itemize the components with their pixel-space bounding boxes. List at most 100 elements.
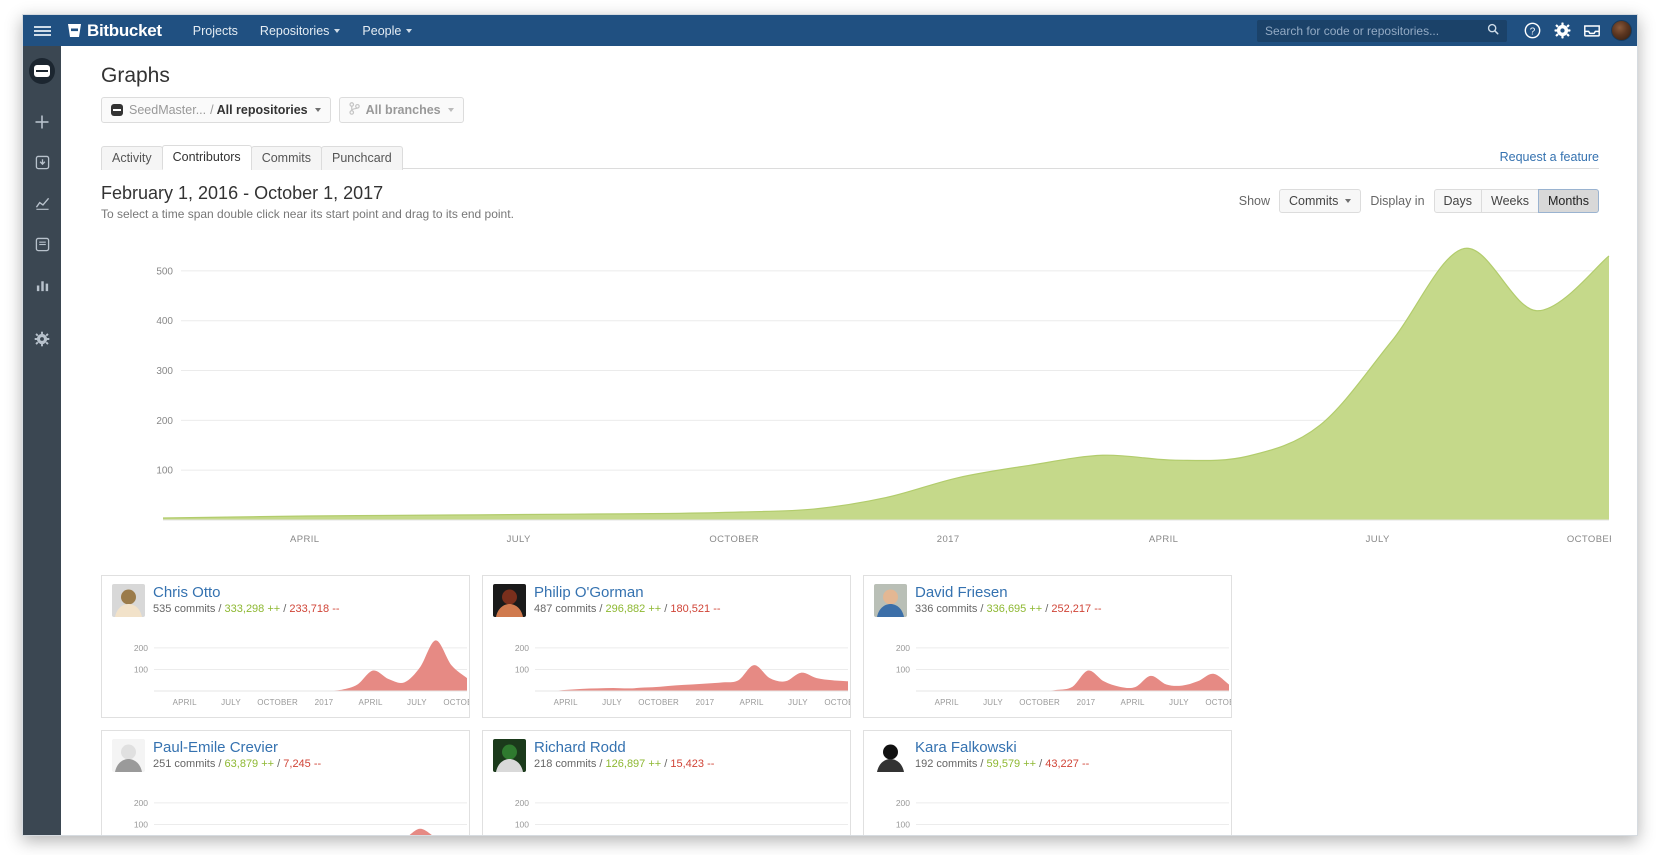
request-a-feature-link[interactable]: Request a feature	[1500, 150, 1599, 164]
contributor-lines-added: 63,879 ++	[224, 758, 275, 770]
chevron-down-icon	[447, 108, 454, 112]
show-metric-value: Commits	[1289, 194, 1339, 208]
svg-text:100: 100	[134, 819, 148, 829]
contributor-avatar[interactable]	[874, 739, 907, 772]
svg-text:APRIL: APRIL	[554, 698, 578, 707]
tab-punchcard[interactable]: Punchcard	[321, 146, 403, 170]
svg-text:APRIL: APRIL	[1121, 698, 1145, 707]
mini-chart-svg: 100200APRILJULYOCTOBER2017APRILJULYOCTOB…	[515, 798, 848, 829]
search-icon[interactable]	[1487, 23, 1499, 38]
svg-text:OCTOBE: OCTOBE	[824, 698, 851, 707]
repository-selector[interactable]: SeedMaster... / All repositories	[101, 97, 331, 123]
contributor-card: Philip O'Gorman 487 commits / 296,882 ++ …	[482, 575, 851, 718]
selector-row: SeedMaster... / All repositories All bra…	[61, 88, 1637, 123]
repositories-icon[interactable]	[23, 147, 61, 178]
contributor-name[interactable]: Philip O'Gorman	[534, 584, 721, 601]
browser-window: Bitbucket Projects Repositories People S…	[22, 14, 1638, 836]
svg-text:JULY: JULY	[983, 698, 1003, 707]
bitbucket-logo[interactable]: Bitbucket	[67, 21, 162, 41]
contributor-avatar[interactable]	[112, 739, 145, 772]
contributor-mini-chart: 100200APRILJULYOCTOBER2017APRILJULYOCTOB…	[864, 629, 1231, 717]
svg-text:OCTOBER: OCTOBER	[709, 534, 759, 545]
nav-item-repositories[interactable]: Repositories	[249, 15, 351, 46]
rail-settings-icon[interactable]	[23, 323, 61, 354]
chart-controls: Show Commits Display in Days Weeks Month…	[1239, 183, 1599, 213]
graphs-icon[interactable]	[23, 270, 61, 301]
contributor-lines-removed: 233,718 --	[289, 603, 340, 615]
main-contributions-chart[interactable]: 100 200 300 400 500 APRIL JULY OCTOBER 2017 APRIL…	[101, 235, 1611, 565]
contributor-name[interactable]: Kara Falkowski	[915, 739, 1089, 756]
settings-gear-icon[interactable]	[1547, 15, 1577, 46]
nav-item-people[interactable]: People	[351, 15, 423, 46]
activity-icon[interactable]	[23, 188, 61, 219]
contributor-lines-removed: 252,217 --	[1051, 603, 1102, 615]
show-metric-dropdown[interactable]: Commits	[1279, 189, 1362, 213]
tab-contributors[interactable]: Contributors	[161, 145, 252, 170]
svg-text:2017: 2017	[315, 698, 334, 707]
graph-tabs: Activity Contributors Commits Punchcard	[101, 145, 1599, 170]
contributor-stats: 192 commits / 59,579 ++ / 43,227 --	[915, 758, 1090, 770]
contributor-name[interactable]: Paul-Emile Crevier	[153, 739, 321, 756]
contributor-card: Chris Otto 535 commits / 333,298 ++ / 233…	[101, 575, 470, 718]
contributor-avatar[interactable]	[493, 739, 526, 772]
snippets-icon[interactable]	[23, 229, 61, 260]
chevron-down-icon	[1345, 199, 1352, 203]
main-chart-svg: 100 200 300 400 500 APRIL JULY OCTOBER 2017 APRIL…	[156, 247, 1611, 545]
chevron-down-icon	[406, 28, 413, 33]
nav-item-people-label: People	[362, 23, 402, 38]
svg-text:200: 200	[515, 643, 529, 653]
contributor-card: Richard Rodd 218 commits / 126,897 ++ / 1…	[482, 730, 851, 835]
chevron-down-icon	[334, 28, 341, 33]
contributor-avatar[interactable]	[112, 584, 145, 617]
tab-activity[interactable]: Activity	[101, 146, 163, 170]
contributor-avatar[interactable]	[493, 584, 526, 617]
contributor-name[interactable]: David Friesen	[915, 584, 1102, 601]
repository-icon	[111, 104, 123, 116]
left-sidebar-rail	[23, 46, 61, 835]
show-label: Show	[1238, 194, 1271, 208]
svg-text:2017: 2017	[1077, 698, 1096, 707]
svg-text:300: 300	[156, 366, 173, 377]
contributor-header: Kara Falkowski 192 commits / 59,579 ++ / …	[864, 731, 1231, 772]
contributor-mini-chart: 100200APRILJULYOCTOBER2017APRILJULYOCTOB…	[483, 784, 850, 835]
svg-text:JULY: JULY	[1366, 534, 1390, 545]
contributor-card: Paul-Emile Crevier 251 commits / 63,879 +…	[101, 730, 470, 835]
contributor-commits: 192 commits	[915, 758, 978, 770]
contributor-stats: 336 commits / 336,695 ++ / 252,217 --	[915, 603, 1102, 615]
interval-days-button[interactable]: Days	[1433, 189, 1483, 213]
contributor-name[interactable]: Chris Otto	[153, 584, 340, 601]
brand-text: Bitbucket	[87, 20, 162, 40]
contributor-avatar[interactable]	[874, 584, 907, 617]
svg-text:100: 100	[156, 466, 173, 477]
svg-text:OCTOBER: OCTOBER	[1019, 698, 1060, 707]
nav-item-projects-label: Projects	[192, 23, 238, 38]
interval-weeks-label: Weeks	[1491, 194, 1529, 208]
interval-months-button[interactable]: Months	[1538, 189, 1599, 213]
hamburger-menu-icon[interactable]	[23, 15, 61, 46]
nav-item-projects[interactable]: Projects	[182, 15, 249, 46]
date-range-hint: To select a time span double click near …	[101, 207, 514, 221]
page-title: Graphs	[101, 64, 170, 87]
profile-avatar[interactable]	[1611, 20, 1632, 41]
search-input[interactable]	[1265, 23, 1487, 38]
svg-text:2017: 2017	[937, 534, 960, 545]
inbox-icon[interactable]	[1577, 15, 1607, 46]
tab-commits[interactable]: Commits	[250, 146, 322, 170]
contributor-header: Philip O'Gorman 487 commits / 296,882 ++ …	[483, 576, 850, 617]
help-icon[interactable]: ?	[1517, 15, 1547, 46]
interval-weeks-button[interactable]: Weeks	[1481, 189, 1539, 213]
contributor-commits: 251 commits	[153, 758, 216, 770]
workspace-logo-icon[interactable]	[29, 58, 55, 84]
contributor-lines-added: 296,882 ++	[605, 603, 662, 615]
display-interval-segmented-control: Days Weeks Months	[1433, 189, 1599, 213]
search-box[interactable]	[1257, 19, 1507, 42]
svg-text:JULY: JULY	[788, 698, 808, 707]
svg-text:200: 200	[896, 798, 910, 808]
create-icon[interactable]	[23, 106, 61, 137]
contributor-card: David Friesen 336 commits / 336,695 ++ / …	[863, 575, 1232, 718]
contributor-mini-chart: 100200APRILJULYOCTOBER2017APRILJULYOCTOB…	[483, 629, 851, 717]
contributor-lines-removed: 15,423 --	[670, 758, 715, 770]
branch-selector[interactable]: All branches	[338, 97, 464, 123]
contributor-name[interactable]: Richard Rodd	[534, 739, 714, 756]
svg-text:APRIL: APRIL	[359, 698, 383, 707]
